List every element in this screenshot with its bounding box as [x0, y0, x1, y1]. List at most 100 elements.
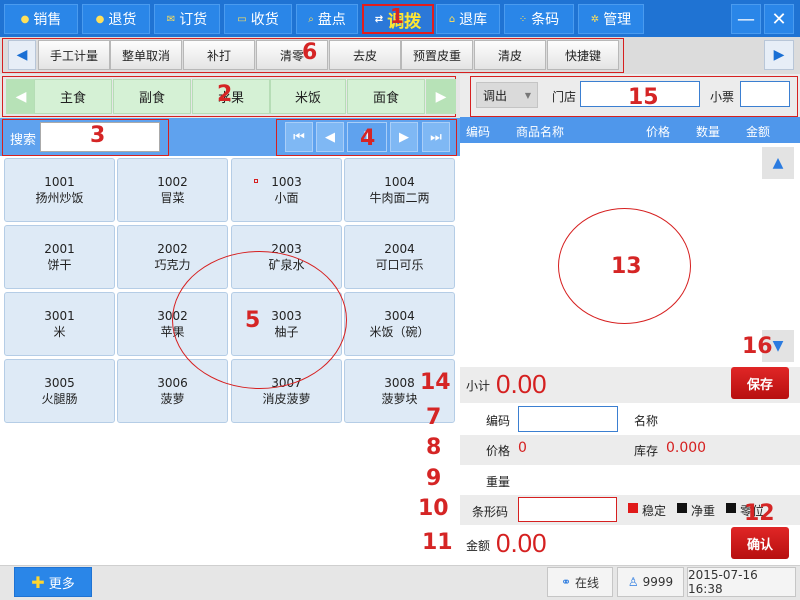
tab-return-stock[interactable]: ⌂ 退库 — [436, 4, 500, 34]
product-tile[interactable]: 1002 冒菜 — [117, 158, 228, 222]
tab-order[interactable]: ✉ 订货 — [154, 4, 220, 34]
chevron-down-icon: ▼ — [524, 90, 531, 100]
annotation-8: 8 — [426, 435, 442, 460]
tab-sales[interactable]: ● 销售 — [4, 4, 78, 34]
product-code: 3008 — [384, 376, 415, 390]
clear-tare-button[interactable]: 清皮 — [474, 40, 546, 70]
tab-barcode[interactable]: ⁘ 条码 — [504, 4, 574, 34]
code-input[interactable] — [518, 406, 618, 432]
product-tile[interactable]: 3001 米 — [4, 292, 115, 356]
toolbar-left-button[interactable]: ◀ — [8, 40, 36, 70]
product-tile[interactable]: 1004 牛肉面二两 — [344, 158, 455, 222]
link-icon: ⚭ — [560, 575, 572, 589]
product-tile[interactable]: 2001 饼干 — [4, 225, 115, 289]
search-icon: ⌕ — [308, 13, 314, 25]
category-prev-button[interactable]: ◀ — [6, 79, 36, 114]
product-code: 1004 — [384, 175, 415, 189]
price-label: 价格 — [486, 444, 511, 458]
tab-manage[interactable]: ✲ 管理 — [578, 4, 644, 34]
scroll-up-button[interactable]: ▲ — [762, 147, 794, 179]
category-item[interactable]: 主食 — [34, 79, 112, 114]
annotation-10: 10 — [418, 496, 449, 521]
next-page-button[interactable]: ▶ — [390, 122, 418, 152]
price-row — [460, 435, 800, 465]
triangle-right-icon: ▶ — [435, 88, 447, 105]
price-value: 0 — [518, 440, 527, 456]
tab-label: 销售 — [33, 12, 62, 28]
close-button[interactable]: ✕ — [764, 4, 794, 34]
category-next-button[interactable]: ▶ — [426, 79, 456, 114]
home-icon: ⌂ — [448, 13, 456, 25]
product-code: 2004 — [384, 242, 415, 256]
product-name: 小面 — [274, 191, 299, 205]
code-row — [460, 403, 800, 435]
category-item[interactable]: 副食 — [113, 79, 191, 114]
tab-receive[interactable]: ▭ 收货 — [224, 4, 292, 34]
annotation-2: 2 — [217, 82, 233, 107]
more-button[interactable]: ✚ 更多 — [14, 567, 92, 597]
tab-stocktake[interactable]: ⌕ 盘点 — [296, 4, 358, 34]
product-tile[interactable]: 2004 可口可乐 — [344, 225, 455, 289]
tab-label: 盘点 — [317, 12, 346, 28]
stock-value: 0.000 — [666, 440, 707, 456]
amount-label: 金额 — [466, 539, 491, 553]
barcode-input[interactable] — [518, 497, 617, 522]
stable-indicator-icon — [628, 503, 638, 513]
category-item[interactable]: 米饭 — [270, 79, 346, 114]
toolbar-right-button[interactable]: ▶ — [764, 40, 794, 70]
triangle-left-icon: ◀ — [325, 129, 335, 145]
product-code: 3004 — [384, 309, 415, 323]
product-code: 1001 — [44, 175, 75, 189]
gear-icon: ✲ — [590, 13, 600, 25]
manual-weigh-button[interactable]: 手工计量 — [38, 40, 110, 70]
column-header: 价格 — [646, 125, 671, 139]
annotation-6: 6 — [302, 40, 318, 65]
annotation-5: 5 — [245, 308, 261, 333]
tab-label: 条码 — [531, 12, 560, 28]
product-tile[interactable]: 3005 火腿肠 — [4, 359, 115, 423]
last-page-icon: ⏭ — [430, 129, 442, 145]
annotation-3: 3 — [90, 123, 106, 148]
column-header: 商品名称 — [516, 125, 565, 139]
tab-label: 订货 — [179, 12, 208, 28]
minimize-icon: — — [737, 8, 755, 30]
ticket-input[interactable] — [740, 81, 790, 107]
category-item[interactable]: 面食 — [347, 79, 425, 114]
triangle-left-icon: ◀ — [15, 88, 27, 105]
name-label: 名称 — [634, 414, 659, 428]
weight-label: 重量 — [486, 475, 511, 489]
prev-page-button[interactable]: ◀ — [316, 122, 344, 152]
product-tile[interactable]: 1003 小面 — [231, 158, 342, 222]
product-tile[interactable]: 3004 米饭（碗） — [344, 292, 455, 356]
save-button[interactable]: 保存 — [731, 367, 789, 399]
product-code: 3005 — [44, 376, 75, 390]
online-status: ⚭ 在线 — [547, 567, 613, 597]
triangle-right-icon: ▶ — [773, 47, 785, 63]
confirm-button[interactable]: 确认 — [731, 527, 789, 559]
last-page-button[interactable]: ⏭ — [422, 122, 450, 152]
product-name: 菠萝 — [160, 392, 185, 406]
preset-tare-button[interactable]: 预置皮重 — [401, 40, 473, 70]
stable-label: 稳定 — [642, 504, 667, 518]
doc-icon: ▭ — [237, 13, 247, 25]
product-code: 3001 — [44, 309, 75, 323]
minimize-button[interactable]: — — [731, 4, 761, 34]
annotation-12: 12 — [744, 501, 775, 526]
first-page-button[interactable]: ⏮ — [285, 122, 313, 152]
subtotal-value: 0.00 — [496, 369, 547, 399]
net-label: 净重 — [691, 504, 716, 518]
transfer-type-select[interactable]: 调出 ▼ — [476, 82, 538, 108]
reprint-button[interactable]: 补打 — [183, 40, 255, 70]
tab-return[interactable]: ● 退货 — [82, 4, 150, 34]
product-tile[interactable]: 1001 扬州炒饭 — [4, 158, 115, 222]
tab-label: 退库 — [459, 12, 488, 28]
cancel-order-button[interactable]: 整单取消 — [110, 40, 182, 70]
chat-icon: ✉ — [166, 13, 176, 25]
product-name: 巧克力 — [154, 258, 191, 272]
online-label: 在线 — [575, 575, 600, 590]
product-code: 2001 — [44, 242, 75, 256]
shortcut-button[interactable]: 快捷键 — [547, 40, 619, 70]
tare-button[interactable]: 去皮 — [329, 40, 401, 70]
triangle-down-icon: ▼ — [772, 338, 784, 354]
subtotal-label: 小计 — [466, 379, 491, 393]
